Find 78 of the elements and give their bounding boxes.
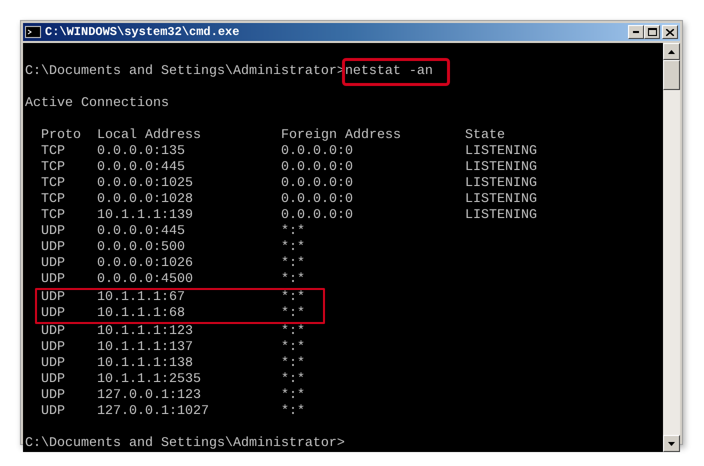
table-cell-text: 0.0.0.0:500 bbox=[97, 240, 186, 256]
command-text: netstat -an bbox=[344, 61, 447, 83]
close-button[interactable] bbox=[662, 25, 678, 39]
table-cell-text: *:* bbox=[281, 404, 306, 420]
table-cell-text: 0.0.0.0:1026 bbox=[97, 256, 194, 272]
table-cell-text: 10.1.1.1:68 bbox=[97, 306, 186, 322]
table-cell-text: *:* bbox=[281, 240, 306, 256]
table-cell-text: 0.0.0.0:1028 bbox=[97, 192, 194, 208]
table-cell-text: *:* bbox=[281, 224, 306, 240]
console-icon bbox=[25, 26, 41, 38]
table-cell-text: 10.1.1.1:138 bbox=[97, 356, 194, 372]
prompt-text: C:\Documents and Settings\Administrator> bbox=[25, 64, 345, 80]
column-header: Proto bbox=[41, 128, 82, 144]
minimize-icon bbox=[633, 31, 639, 33]
table-cell-text: 0.0.0.0:445 bbox=[97, 224, 186, 240]
table-cell-text: *:* bbox=[281, 372, 306, 388]
table-cell-text: 10.1.1.1:123 bbox=[97, 324, 194, 340]
table-cell-text: TCP bbox=[41, 144, 66, 160]
scrollbar[interactable] bbox=[663, 43, 680, 452]
table-cell-text: UDP bbox=[41, 372, 66, 388]
table-cell-text: TCP bbox=[41, 208, 66, 224]
table-cell-text: *:* bbox=[281, 340, 306, 356]
table-cell-text: UDP bbox=[41, 324, 66, 340]
column-header: State bbox=[465, 128, 505, 144]
table-cell-text: *:* bbox=[281, 324, 306, 340]
table-cell-text: 10.1.1.1:137 bbox=[97, 340, 194, 356]
table-cell-text: UDP bbox=[41, 224, 66, 240]
table-cell-text: UDP bbox=[41, 256, 66, 272]
table-cell: LISTENING bbox=[465, 144, 537, 160]
table-cell-text: TCP bbox=[41, 160, 66, 176]
minimize-button[interactable] bbox=[628, 25, 644, 39]
table-cell-text: UDP bbox=[41, 356, 66, 372]
scroll-thumb[interactable] bbox=[663, 60, 680, 90]
table-cell-text: 0.0.0.0:135 bbox=[97, 144, 186, 160]
table-cell-text: 10.1.1.1:139 bbox=[97, 208, 194, 224]
table-cell-text: UDP bbox=[41, 240, 66, 256]
table-cell-text: UDP bbox=[41, 404, 66, 420]
maximize-button[interactable] bbox=[644, 25, 660, 39]
scroll-up-button[interactable] bbox=[663, 43, 680, 60]
down-arrow-icon bbox=[668, 442, 675, 446]
table-cell-text: 0.0.0.0:1025 bbox=[97, 176, 194, 192]
table-cell: LISTENING bbox=[465, 160, 537, 176]
table-cell-text: 0.0.0.0:4500 bbox=[97, 272, 194, 288]
table-cell-text: 0.0.0.0:0 bbox=[281, 144, 354, 160]
up-arrow-icon bbox=[668, 50, 675, 54]
table-cell-text: *:* bbox=[281, 388, 306, 404]
table-cell-text: 0.0.0.0:0 bbox=[281, 176, 354, 192]
table-cell-text: *:* bbox=[281, 272, 306, 288]
table-cell-text: UDP bbox=[41, 306, 66, 322]
table-cell-text: 10.1.1.1:2535 bbox=[97, 372, 202, 388]
maximize-icon bbox=[648, 28, 656, 36]
table-cell-text: 0.0.0.0:0 bbox=[281, 208, 354, 224]
table-cell: LISTENING bbox=[465, 208, 537, 224]
column-header: Foreign Address bbox=[281, 128, 402, 144]
table-cell-text: UDP bbox=[41, 272, 66, 288]
table-cell-text: 0.0.0.0:0 bbox=[281, 192, 354, 208]
table-cell: LISTENING bbox=[465, 176, 537, 192]
table-cell-text: 0.0.0.0:0 bbox=[281, 160, 354, 176]
prompt-text: C:\Documents and Settings\Administrator> bbox=[25, 436, 345, 452]
column-header: Local Address bbox=[97, 128, 202, 144]
table-cell-text: 0.0.0.0:445 bbox=[97, 160, 186, 176]
table-cell-text: UDP bbox=[41, 340, 66, 356]
table-cell-text: *:* bbox=[281, 256, 306, 272]
close-icon bbox=[666, 28, 674, 36]
table-cell-text: *:* bbox=[281, 290, 306, 306]
window-title: C:\WINDOWS\system32\cmd.exe bbox=[45, 24, 240, 41]
table-cell-text: TCP bbox=[41, 176, 66, 192]
scroll-down-button[interactable] bbox=[663, 435, 680, 452]
table-cell-text: UDP bbox=[41, 290, 66, 306]
table-cell-text: *:* bbox=[281, 306, 306, 322]
table-cell-text: 127.0.0.1:123 bbox=[97, 388, 202, 404]
heading-text: Active Connections bbox=[25, 96, 169, 112]
table-cell-text: 10.1.1.1:67 bbox=[97, 290, 186, 306]
table-cell: LISTENING bbox=[465, 192, 537, 208]
table-cell-text: 127.0.0.1:1027 bbox=[97, 404, 210, 420]
table-cell-text: UDP bbox=[41, 388, 66, 404]
table-cell-text: TCP bbox=[41, 192, 66, 208]
table-cell-text: *:* bbox=[281, 356, 306, 372]
